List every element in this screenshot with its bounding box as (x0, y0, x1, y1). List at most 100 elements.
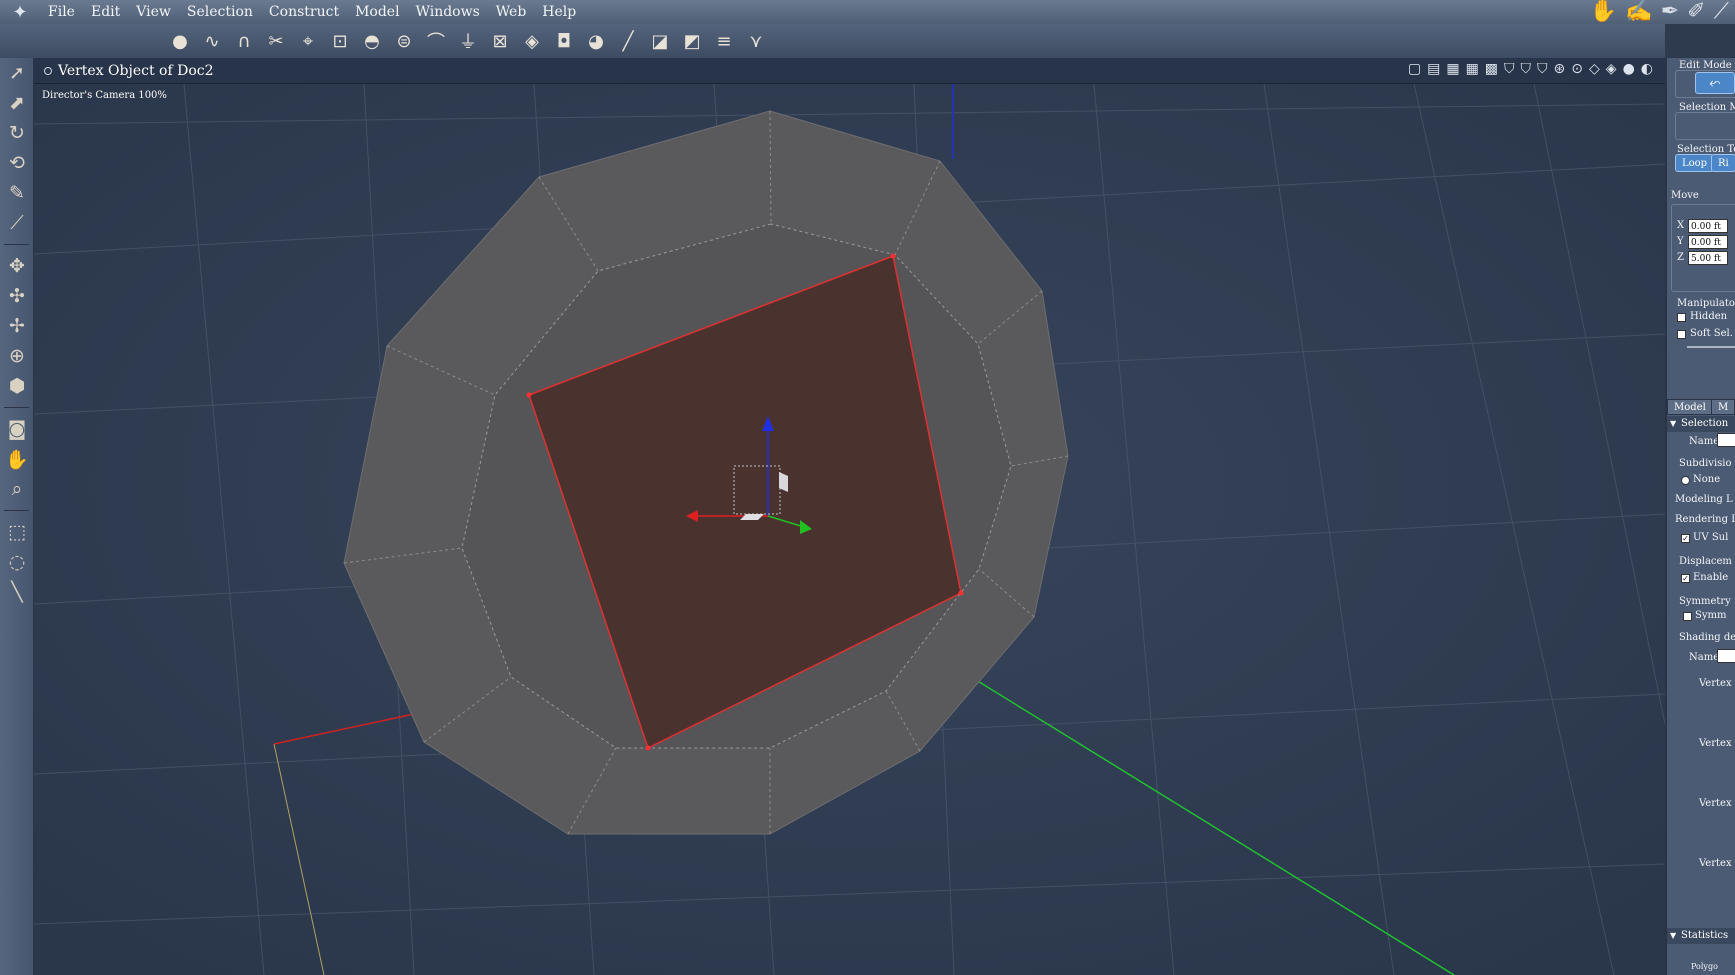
deform-tool-icon[interactable]: ◪ (648, 28, 672, 54)
view-mode-icon[interactable]: ▢ (1408, 61, 1421, 77)
z-label: Z (1677, 252, 1684, 263)
move-label: Move (1671, 190, 1699, 201)
paint-select-icon[interactable]: ╲ (0, 577, 34, 607)
view-mode-icon[interactable]: ◈ (1606, 61, 1617, 77)
hand-icon[interactable]: ✋ (1590, 0, 1617, 24)
ring-button[interactable]: Ri (1711, 154, 1735, 172)
viewport-close-dot[interactable] (44, 67, 52, 75)
knife-tool-icon[interactable]: ⟋ (0, 208, 34, 238)
view-mode-icon[interactable]: ◐ (1641, 61, 1653, 77)
none-radio[interactable] (1681, 476, 1690, 485)
selection-mode-group (1675, 112, 1735, 140)
view-mode-icon[interactable]: ⊙ (1571, 61, 1583, 77)
app-logo-icon[interactable]: ✦ (0, 0, 40, 24)
hand-pan-icon[interactable]: ✋ (0, 444, 34, 474)
lathe-tool-icon[interactable]: ⏚ (456, 28, 480, 54)
menu-model[interactable]: Model (347, 0, 408, 24)
view-mode-icon[interactable]: ⊛ (1554, 61, 1566, 77)
rotate-tool-icon[interactable]: ↻ (0, 118, 34, 148)
tweak-tool-icon[interactable]: ⋎ (744, 28, 768, 54)
view-mode-icon[interactable]: ◇ (1589, 61, 1600, 77)
vertex-label: Vertex (1699, 738, 1732, 749)
uv-sub-checkbox[interactable]: ✓ (1681, 534, 1690, 543)
symmetry-checkbox[interactable] (1683, 612, 1692, 621)
view-mode-icon[interactable]: ▩ (1485, 61, 1498, 77)
pen-icon[interactable]: ✒ (1661, 0, 1679, 24)
magnet-tool-icon[interactable]: ∩ (232, 28, 256, 54)
shading-name-field[interactable] (1717, 649, 1735, 663)
selection-section-header[interactable]: ▼ Selection (1667, 416, 1735, 432)
bevel-tool-icon[interactable]: ⊜ (392, 28, 416, 54)
select-arrow-icon[interactable]: ➚ (0, 58, 34, 88)
menu-construct[interactable]: Construct (261, 0, 347, 24)
zoom-icon[interactable]: ⌕ (0, 474, 34, 504)
view-mode-icon[interactable]: ▤ (1427, 61, 1440, 77)
menu-items: File Edit View Selection Construct Model Windo… (40, 0, 584, 24)
menu-file[interactable]: File (40, 0, 83, 24)
tab-model[interactable]: Model (1667, 399, 1713, 415)
pencil-tool-icon[interactable]: ✎ (0, 178, 34, 208)
viewport-title: Vertex Object of Doc2 (58, 62, 214, 79)
menu-help[interactable]: Help (534, 0, 584, 24)
camera-icon[interactable]: ◙ (0, 414, 34, 444)
menu-selection[interactable]: Selection (179, 0, 261, 24)
shape-tool-icon[interactable]: ◘ (552, 28, 576, 54)
view-mode-icon[interactable]: ⛉ (1521, 61, 1532, 77)
blob-tool-icon[interactable]: ◕ (584, 28, 608, 54)
view-mode-icon[interactable]: ▦ (1446, 61, 1459, 77)
view-mode-icon[interactable]: ▦ (1466, 61, 1479, 77)
hidden-checkbox[interactable] (1677, 313, 1686, 322)
enable-label: Enable (1693, 572, 1729, 583)
symmetry-label: Symmetry (1679, 596, 1731, 607)
spline-tool-icon[interactable]: ∿ (200, 28, 224, 54)
fold-tool-icon[interactable]: ◩ (680, 28, 704, 54)
brush-icon[interactable]: ✐ (1687, 0, 1705, 24)
menu-web[interactable]: Web (488, 0, 535, 24)
rect-select-icon[interactable]: ⬚ (0, 517, 34, 547)
left-tool-palette: ➚ ⬈ ↻ ⟲ ✎ ⟋ ✥ ✣ ✢ ⊕ ⬢ ◙ ✋ ⌕ ⬚ ◌ ╲ (0, 58, 34, 975)
extrude-icon[interactable]: ⬢ (0, 371, 34, 401)
soft-sel-slider[interactable] (1687, 346, 1735, 348)
view-mode-icon[interactable]: ⛉ (1504, 61, 1515, 77)
y-field[interactable]: 0.00 ft (1688, 235, 1728, 249)
vertex-tool-icon[interactable]: ⌖ (296, 28, 320, 54)
camera-label: Director's Camera 100% (42, 90, 167, 101)
x-field[interactable]: 0.00 ft (1688, 219, 1728, 233)
move-tool-icon[interactable]: ✥ (0, 251, 34, 281)
statistics-section-header[interactable]: ▼ Statistics (1667, 928, 1735, 944)
sphere-tool-icon[interactable]: ● (168, 28, 192, 54)
sketch-icon[interactable]: ✍ (1625, 0, 1652, 24)
select-object-icon[interactable]: ⬈ (0, 88, 34, 118)
menu-windows[interactable]: Windows (408, 0, 488, 24)
tab-m[interactable]: M (1711, 399, 1735, 415)
align-tool-icon[interactable]: ≡ (712, 28, 736, 54)
lasso-select-icon[interactable]: ◌ (0, 547, 34, 577)
soft-sel-checkbox[interactable] (1677, 330, 1686, 339)
polygons-label: Polygo (1691, 962, 1718, 971)
menu-view[interactable]: View (128, 0, 179, 24)
ruler-icon[interactable]: ⟋ (1714, 0, 1729, 24)
universal-manipulator-icon[interactable]: ⊕ (0, 341, 34, 371)
vertex-label: Vertex (1699, 798, 1732, 809)
x-label: X (1677, 220, 1685, 231)
line-tool-icon[interactable]: ╱ (616, 28, 640, 54)
dome-tool-icon[interactable]: ◓ (360, 28, 384, 54)
3d-viewport[interactable]: Director's Camera 100% (34, 84, 1665, 975)
twist-tool-icon[interactable]: ⟲ (0, 148, 34, 178)
move-xy-icon[interactable]: ✢ (0, 311, 34, 341)
edit-mode-vertex-button[interactable]: ⬿ (1695, 72, 1735, 94)
view-mode-icon[interactable]: ⛉ (1537, 61, 1548, 77)
view-mode-icon[interactable]: ● (1623, 61, 1635, 77)
move-xz-icon[interactable]: ✣ (0, 281, 34, 311)
z-field[interactable]: 5.00 ft (1688, 251, 1728, 265)
enable-checkbox[interactable]: ✓ (1681, 574, 1690, 583)
name-field[interactable] (1717, 433, 1735, 447)
scissors-tool-icon[interactable]: ✂ (264, 28, 288, 54)
scale-tool-icon[interactable]: ⊡ (328, 28, 352, 54)
menu-edit[interactable]: Edit (83, 0, 128, 24)
cube-tool-icon[interactable]: ◈ (520, 28, 544, 54)
box-tool-icon[interactable]: ⊠ (488, 28, 512, 54)
bend-tool-icon[interactable]: ⌒ (424, 28, 448, 54)
loop-button[interactable]: Loop (1675, 154, 1715, 172)
collapse-triangle-icon: ▼ (1670, 931, 1677, 940)
